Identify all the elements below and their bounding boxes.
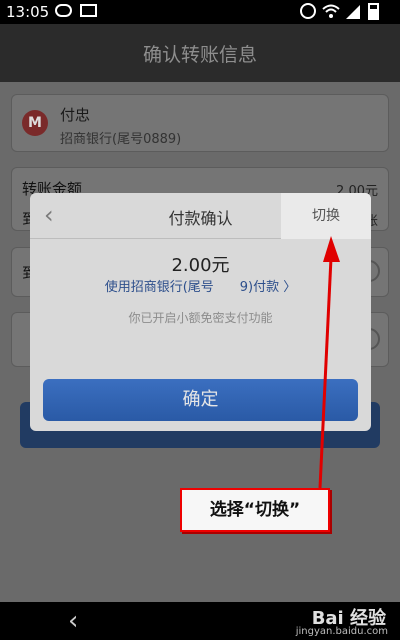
watermark-url: jingyan.baidu.com: [295, 626, 388, 637]
nav-bar: ‹ Bai 经验 jingyan.baidu.com: [0, 602, 400, 640]
annotation-arrow-icon: [318, 236, 340, 489]
nav-back-icon[interactable]: ‹: [68, 606, 78, 636]
annotation-callout: 选择“切换”: [180, 488, 330, 532]
